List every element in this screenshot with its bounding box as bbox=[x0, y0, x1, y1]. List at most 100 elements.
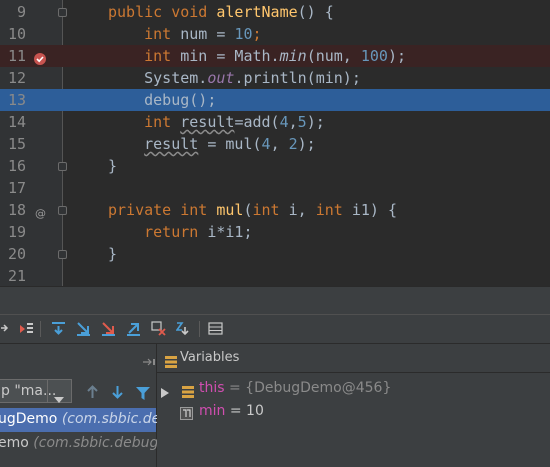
variable-row-this[interactable]: this = {DebugDemo@456} bbox=[157, 378, 550, 400]
code-token: } bbox=[108, 245, 118, 263]
down-arrow-icon[interactable] bbox=[111, 384, 124, 403]
current-execution-line[interactable]: 13 debug(); bbox=[0, 89, 550, 111]
code-token: i, bbox=[288, 201, 316, 219]
annotation-icon: @ bbox=[34, 204, 46, 220]
code-token: alertName bbox=[216, 3, 298, 21]
thread-dropdown[interactable]: p "ma... bbox=[0, 379, 72, 403]
code-token: private int bbox=[108, 201, 217, 219]
run-to-cursor-icon[interactable] bbox=[19, 321, 34, 336]
fold-marker-icon[interactable] bbox=[58, 162, 67, 171]
code-token: ( bbox=[243, 201, 253, 219]
code-line[interactable]: 12 System.out.println(min); bbox=[0, 67, 550, 89]
code-token: debug(); bbox=[108, 91, 217, 109]
code-text: debug(); bbox=[108, 91, 216, 109]
code-token: int bbox=[108, 113, 181, 131]
dropdown-divider bbox=[47, 380, 48, 402]
frame-method: ugDemo bbox=[0, 411, 58, 427]
restore-layout-icon[interactable] bbox=[0, 321, 15, 336]
code-line[interactable]: 18 @ private int mul(int i, int i1) { bbox=[0, 199, 550, 221]
frame-method: emo bbox=[0, 435, 29, 451]
code-line[interactable]: 20} bbox=[0, 243, 550, 265]
code-text: return i*i1; bbox=[108, 223, 253, 241]
code-token: 4 bbox=[261, 135, 271, 153]
line-number: 21 bbox=[7, 267, 26, 285]
code-text: System.out.println(min); bbox=[108, 69, 361, 87]
variable-row-min[interactable]: min = 10 bbox=[157, 401, 550, 423]
line-number: 18 bbox=[7, 201, 26, 219]
fold-marker-icon[interactable] bbox=[58, 206, 67, 215]
svg-text:@: @ bbox=[35, 207, 46, 219]
code-line[interactable]: 15 result = mul(4, 2); bbox=[0, 133, 550, 155]
code-token: out bbox=[207, 69, 235, 87]
force-step-into-icon[interactable] bbox=[101, 321, 116, 336]
code-token: return bbox=[108, 223, 208, 241]
code-token: ); bbox=[387, 47, 407, 65]
code-text: public void alertName() { bbox=[108, 3, 334, 21]
frame-row[interactable]: emo (com.sbbic.debug) bbox=[0, 432, 164, 456]
code-token: public void bbox=[108, 3, 217, 21]
line-number: 20 bbox=[7, 245, 26, 263]
fold-marker-icon[interactable] bbox=[58, 8, 67, 17]
panel-divider[interactable] bbox=[0, 286, 550, 315]
breakpoint-line[interactable]: 11 int min = Math.min(num, 100); bbox=[0, 45, 550, 67]
variable-value: = 10 bbox=[229, 403, 264, 419]
code-token: System. bbox=[108, 69, 208, 87]
code-editor[interactable]: 9 public void alertName() { 10 int num = 1… bbox=[0, 0, 550, 286]
variables-panel: Variables this = {DebugDemo@456} min = 1… bbox=[157, 344, 550, 467]
code-line[interactable]: 21 bbox=[0, 265, 550, 286]
thread-dropdown-value: p "ma... bbox=[1, 383, 57, 399]
code-token: 100 bbox=[360, 47, 388, 65]
code-token: } bbox=[108, 157, 118, 175]
code-token: mul bbox=[216, 201, 244, 219]
step-into-icon[interactable] bbox=[76, 321, 91, 336]
code-token: int bbox=[108, 25, 181, 43]
expand-icon[interactable] bbox=[161, 383, 169, 402]
code-token: ); bbox=[306, 113, 325, 131]
variables-header: Variables bbox=[157, 344, 550, 373]
chevron-down-icon bbox=[54, 388, 64, 407]
fold-marker-icon[interactable] bbox=[58, 250, 67, 259]
frames-panel: p "ma... ugDemo (com.sbbic.de emo (com.s… bbox=[0, 344, 164, 467]
line-number: 17 bbox=[7, 179, 26, 197]
table-view-icon[interactable] bbox=[208, 321, 223, 336]
object-icon bbox=[182, 383, 194, 402]
code-token: 5 bbox=[297, 113, 307, 131]
filter-icon[interactable] bbox=[136, 385, 150, 404]
field-icon bbox=[180, 405, 193, 424]
evaluate-icon[interactable] bbox=[176, 321, 191, 336]
variable-name: min bbox=[199, 403, 226, 419]
code-token: num = bbox=[180, 25, 235, 43]
code-token: .println(min); bbox=[234, 69, 361, 87]
code-token: 2 bbox=[288, 135, 298, 153]
code-text: int min = Math.min(num, 100); bbox=[108, 47, 406, 65]
code-line[interactable]: 19 return i*i1; bbox=[0, 221, 550, 243]
code-token: i*i1; bbox=[207, 223, 253, 241]
restore-layout-icon[interactable] bbox=[143, 352, 155, 371]
line-number: 13 bbox=[7, 91, 26, 109]
frame-row-selected[interactable]: ugDemo (com.sbbic.de bbox=[0, 408, 160, 432]
code-line[interactable]: 9 public void alertName() { bbox=[0, 1, 550, 23]
code-token: (num, bbox=[306, 47, 361, 65]
code-text: } bbox=[108, 245, 117, 263]
code-token: result bbox=[144, 135, 199, 153]
variable-value: = {DebugDemo@456} bbox=[229, 380, 392, 396]
code-text: result = mul(4, 2); bbox=[108, 135, 316, 153]
step-over-icon[interactable] bbox=[51, 321, 66, 336]
code-line[interactable]: 14 int result=add(4,5); bbox=[0, 111, 550, 133]
code-token: ); bbox=[297, 135, 316, 153]
code-line[interactable]: 16} bbox=[0, 155, 550, 177]
line-number: 11 bbox=[7, 47, 26, 65]
step-out-icon[interactable] bbox=[126, 321, 141, 336]
code-line[interactable]: 10 int num = 10; bbox=[0, 23, 550, 45]
drop-frame-icon[interactable] bbox=[151, 321, 166, 336]
line-number: 9 bbox=[16, 3, 26, 21]
code-token: () { bbox=[297, 3, 334, 21]
code-token: 4 bbox=[279, 113, 289, 131]
code-text: int num = 10; bbox=[108, 25, 261, 43]
code-token: min = Math. bbox=[180, 47, 280, 65]
code-text: private int mul(int i, int i1) { bbox=[108, 201, 397, 219]
code-line[interactable]: 17 bbox=[0, 177, 550, 199]
up-arrow-icon[interactable] bbox=[86, 384, 99, 403]
breakpoint-icon[interactable] bbox=[34, 50, 46, 65]
